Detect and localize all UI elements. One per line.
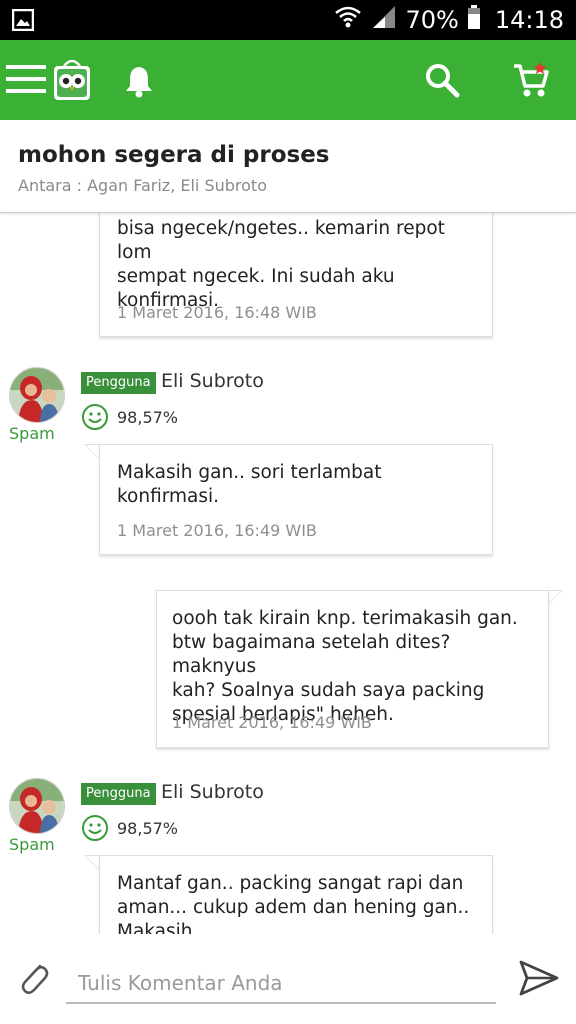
message-line: btw bagaimana setelah dites? maknyus bbox=[172, 632, 451, 677]
wifi-icon bbox=[333, 4, 363, 36]
message-bubble: oooh tak kirain knp. terimakasih gan. bt… bbox=[156, 590, 549, 748]
role-badge: Pengguna bbox=[81, 372, 156, 394]
avatar[interactable] bbox=[9, 367, 65, 423]
smiley-icon bbox=[81, 814, 109, 846]
message-line: oooh tak kirain knp. terimakasih gan. bbox=[172, 608, 518, 629]
clock: 14:18 bbox=[494, 6, 564, 34]
bubble-tail bbox=[84, 444, 100, 460]
message-text: Mantaf gan.. packing sangat rapi dan ama… bbox=[117, 872, 478, 934]
bell-icon[interactable] bbox=[122, 64, 156, 102]
message-list[interactable]: sudah gan... ya. tadi aku tes sudah ok b… bbox=[0, 212, 576, 934]
signal-icon bbox=[371, 4, 397, 36]
bubble-tail bbox=[547, 590, 563, 606]
sender-name[interactable]: Eli Subroto bbox=[161, 781, 264, 803]
message-text: bisa ngecek/ngetes.. kemarin repot lom s… bbox=[117, 217, 478, 313]
message-line: sempat ngecek. Ini sudah aku bbox=[117, 266, 395, 287]
role-badge: Pengguna bbox=[81, 783, 156, 805]
avatar[interactable] bbox=[9, 778, 65, 834]
message-timestamp: 1 Maret 2016, 16:48 WIB bbox=[117, 303, 317, 322]
smiley-icon bbox=[81, 403, 109, 435]
spam-link[interactable]: Spam bbox=[9, 835, 55, 854]
status-bar: 70% 14:18 bbox=[0, 0, 576, 40]
message-line: bisa ngecek/ngetes.. kemarin repot lom bbox=[117, 218, 445, 263]
sender-name[interactable]: Eli Subroto bbox=[161, 370, 264, 392]
message-timestamp: 1 Maret 2016, 16:49 WIB bbox=[172, 713, 372, 732]
battery-level: 70% bbox=[405, 6, 459, 34]
bubble-tail bbox=[84, 855, 100, 871]
spam-link[interactable]: Spam bbox=[9, 424, 55, 443]
comment-input[interactable] bbox=[66, 964, 496, 1004]
thread-header: mohon segera di proses Antara : Agan Far… bbox=[0, 120, 576, 213]
search-icon[interactable] bbox=[424, 62, 460, 102]
message-line: aman... cukup adem dan hening gan.. bbox=[117, 897, 470, 918]
message-bubble: Mantaf gan.. packing sangat rapi dan ama… bbox=[99, 855, 493, 934]
message-line: Makasih bbox=[117, 921, 193, 934]
message-bubble: Makasih gan.. sori terlambat konfirmasi.… bbox=[99, 444, 493, 555]
message-line: kah? Soalnya sudah saya packing bbox=[172, 680, 485, 701]
rating-percent: 98,57% bbox=[117, 819, 179, 838]
message-line: Mantaf gan.. packing sangat rapi dan bbox=[117, 873, 464, 894]
comment-composer bbox=[0, 934, 576, 1024]
thread-participants: Antara : Agan Fariz, Eli Subroto bbox=[18, 176, 267, 195]
owl-logo-icon[interactable] bbox=[52, 56, 92, 106]
cart-icon[interactable] bbox=[512, 60, 552, 104]
app-bar bbox=[0, 40, 576, 120]
message-timestamp: 1 Maret 2016, 16:49 WIB bbox=[117, 521, 317, 540]
message-line: konfirmasi. bbox=[117, 486, 220, 507]
paperclip-icon[interactable] bbox=[16, 958, 50, 1002]
battery-icon bbox=[467, 4, 481, 36]
menu-icon[interactable] bbox=[6, 62, 46, 100]
send-icon[interactable] bbox=[518, 958, 560, 1002]
gallery-icon bbox=[11, 8, 35, 35]
message-line: Makasih gan.. sori terlambat bbox=[117, 462, 382, 483]
thread-title: mohon segera di proses bbox=[18, 142, 330, 168]
message-text: Makasih gan.. sori terlambat konfirmasi. bbox=[117, 461, 478, 509]
message-bubble: sudah gan... ya. tadi aku tes sudah ok b… bbox=[99, 212, 493, 337]
message-text: oooh tak kirain knp. terimakasih gan. bt… bbox=[172, 607, 534, 727]
rating-percent: 98,57% bbox=[117, 408, 179, 427]
